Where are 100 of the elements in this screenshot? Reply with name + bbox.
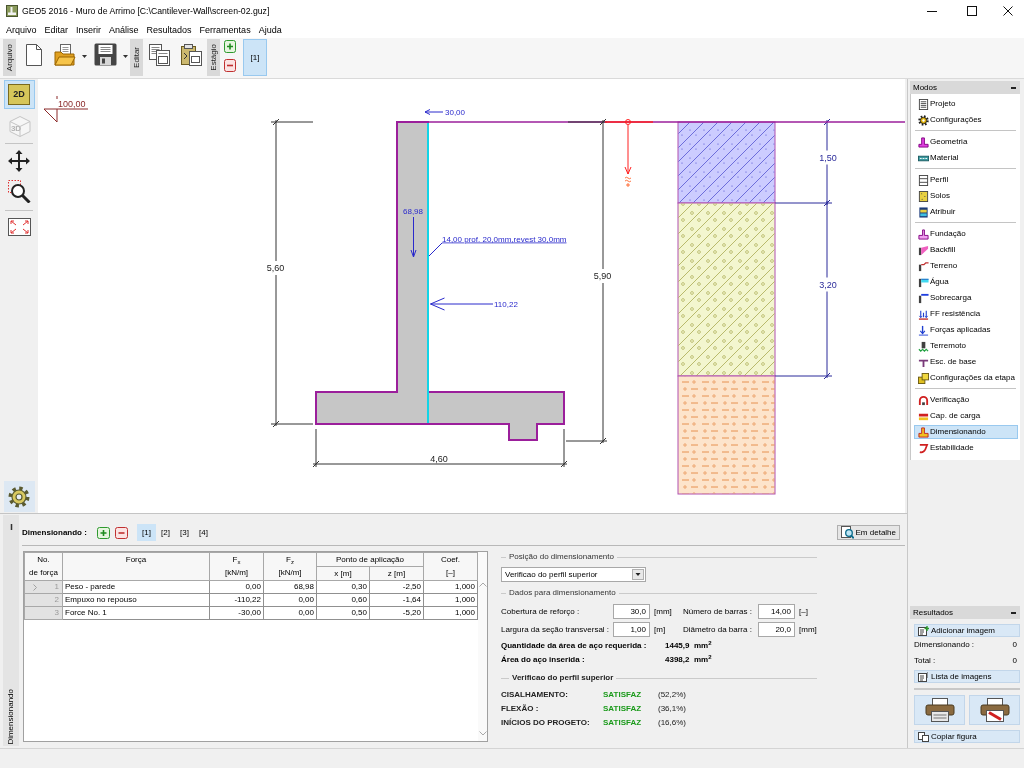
collapse-icon[interactable] bbox=[1011, 86, 1016, 89]
mode-item[interactable]: Água bbox=[914, 275, 1018, 289]
layered-tile-icon bbox=[918, 206, 929, 218]
settings-icon bbox=[8, 485, 30, 508]
mode-item[interactable]: FF resistência bbox=[914, 307, 1018, 321]
add-icon[interactable] bbox=[224, 40, 236, 53]
menu-item[interactable]: Ferramentas bbox=[199, 24, 251, 36]
mode-item[interactable]: Backfill bbox=[914, 243, 1018, 257]
mode-item[interactable]: Verificação bbox=[914, 393, 1018, 407]
add-icon[interactable] bbox=[97, 526, 110, 539]
mode-item[interactable]: Dimensionando bbox=[914, 425, 1018, 439]
menu-item[interactable]: Inserir bbox=[76, 24, 102, 36]
panel-title: Modos bbox=[913, 82, 937, 94]
table-cell: 68,98 bbox=[263, 580, 317, 594]
column-header: No. de força bbox=[24, 552, 63, 581]
copy-icon[interactable] bbox=[148, 43, 171, 67]
collapse-icon[interactable] bbox=[1011, 611, 1016, 614]
check-ratio: (52,2%) bbox=[658, 689, 686, 701]
column-header: Ponto de aplicação bbox=[316, 552, 424, 567]
mode-item[interactable]: Configurações da etapa bbox=[914, 371, 1018, 385]
document-list-icon bbox=[918, 671, 929, 682]
water-table-marker bbox=[604, 119, 654, 188]
copy-pages-icon bbox=[918, 731, 929, 742]
print-to-file-button[interactable] bbox=[969, 695, 1020, 725]
mode-item[interactable]: Projeto bbox=[914, 97, 1018, 111]
input-field[interactable]: 14,00 bbox=[758, 604, 795, 619]
dropdown-caret-icon[interactable] bbox=[123, 55, 128, 58]
check-label: CISALHAMENTO: bbox=[501, 689, 569, 701]
tab[interactable]: [2] bbox=[156, 524, 175, 541]
zoom-icon[interactable] bbox=[7, 180, 31, 203]
tab[interactable]: [3] bbox=[175, 524, 194, 541]
group-label: Dados para dimensionamento bbox=[509, 587, 616, 599]
column-header: F$_{x}$ [kN/m] bbox=[209, 552, 264, 581]
menu-item[interactable]: Resultados bbox=[146, 24, 192, 36]
force-arrow bbox=[410, 216, 417, 258]
terrain-icon bbox=[918, 260, 929, 272]
curve-icon bbox=[918, 442, 929, 454]
column-header: Coef. [–] bbox=[423, 552, 478, 581]
mode-item[interactable]: Sobrecarga bbox=[914, 291, 1018, 305]
detail-button[interactable]: Em detalhe bbox=[836, 525, 900, 540]
dropdown-caret-icon[interactable] bbox=[82, 55, 87, 58]
mode-item[interactable]: Forças aplicadas bbox=[914, 323, 1018, 337]
stage-tab[interactable]: [1] bbox=[243, 39, 267, 76]
mode-item[interactable]: Geometria bbox=[914, 135, 1018, 149]
table-cell: -2,50 bbox=[369, 580, 424, 594]
table-cell: Force No. 1 bbox=[62, 606, 210, 620]
open-folder-icon[interactable] bbox=[54, 43, 76, 67]
mode-item[interactable]: Material bbox=[914, 151, 1018, 165]
check-label: INÍCIOS DO PROGETO: bbox=[501, 717, 591, 729]
maximize-icon[interactable] bbox=[967, 6, 977, 16]
menu-item[interactable]: Ajuda bbox=[258, 24, 282, 36]
panel-tab[interactable]: Dimensionando bbox=[3, 515, 19, 746]
level-label: 100,00 bbox=[58, 98, 86, 109]
input-field[interactable]: 1,00 bbox=[613, 622, 650, 637]
menu-item[interactable]: Editar bbox=[44, 24, 69, 36]
remove-icon[interactable] bbox=[115, 526, 128, 539]
input-field[interactable]: 30,0 bbox=[613, 604, 650, 619]
table-cell: 1,000 bbox=[423, 593, 478, 607]
mode-item[interactable]: Atribuir bbox=[914, 205, 1018, 219]
field-label: Número de barras : bbox=[683, 606, 753, 618]
menu-item[interactable]: Arquivo bbox=[6, 24, 37, 36]
settings-button[interactable] bbox=[3, 481, 35, 512]
table-cell: -110,22 bbox=[209, 593, 264, 607]
dropdown[interactable]: Verificao do perfil superior bbox=[501, 567, 646, 582]
image-list-button[interactable]: Lista de imagens bbox=[914, 670, 1020, 683]
mode-item[interactable]: Esc. de base bbox=[914, 355, 1018, 369]
force-arrow bbox=[424, 109, 444, 115]
fit-to-window-icon[interactable] bbox=[7, 218, 31, 236]
menu-item[interactable]: Análise bbox=[109, 24, 139, 36]
check-label: FLEXÃO : bbox=[501, 703, 540, 715]
magnifier-document-icon bbox=[840, 526, 854, 539]
add-image-button[interactable]: Adicionar imagem bbox=[914, 624, 1020, 637]
mode-item[interactable]: Configurações bbox=[914, 113, 1018, 127]
new-file-icon[interactable] bbox=[25, 43, 43, 67]
printer-icon bbox=[924, 697, 955, 723]
print-button[interactable] bbox=[914, 695, 965, 725]
mode-item[interactable]: Estabilidade bbox=[914, 441, 1018, 455]
counter-label: Total : bbox=[914, 655, 936, 667]
counter-label: Dimensionando : bbox=[914, 639, 975, 651]
move-icon[interactable] bbox=[8, 150, 30, 172]
tab[interactable]: [1] bbox=[137, 524, 156, 541]
mode-item[interactable]: Terremoto bbox=[914, 339, 1018, 353]
mode-item[interactable]: Perfil bbox=[914, 173, 1018, 187]
close-icon[interactable] bbox=[1003, 6, 1013, 16]
paste-icon[interactable] bbox=[180, 43, 203, 67]
copy-figure-button[interactable]: Copiar figura bbox=[914, 730, 1020, 743]
mode-item[interactable]: Solos bbox=[914, 189, 1018, 203]
unit-label: [–] bbox=[799, 606, 808, 618]
mode-item[interactable]: Terreno bbox=[914, 259, 1018, 273]
toolbar-section-label: Estágio bbox=[207, 39, 220, 76]
add-document-icon bbox=[918, 625, 929, 636]
panel-title: Resultados bbox=[913, 607, 954, 619]
input-field[interactable]: 20,0 bbox=[758, 622, 795, 637]
dimension-label: 5,90 bbox=[593, 271, 612, 282]
group-label: Verificao do perfil superior bbox=[512, 672, 614, 684]
mode-item[interactable]: Fundação bbox=[914, 227, 1018, 241]
mode-item[interactable]: Cap. de carga bbox=[914, 409, 1018, 423]
view-2d-button[interactable]: 2D bbox=[3, 80, 35, 109]
tab[interactable]: [4] bbox=[194, 524, 213, 541]
remove-icon[interactable] bbox=[224, 59, 236, 72]
